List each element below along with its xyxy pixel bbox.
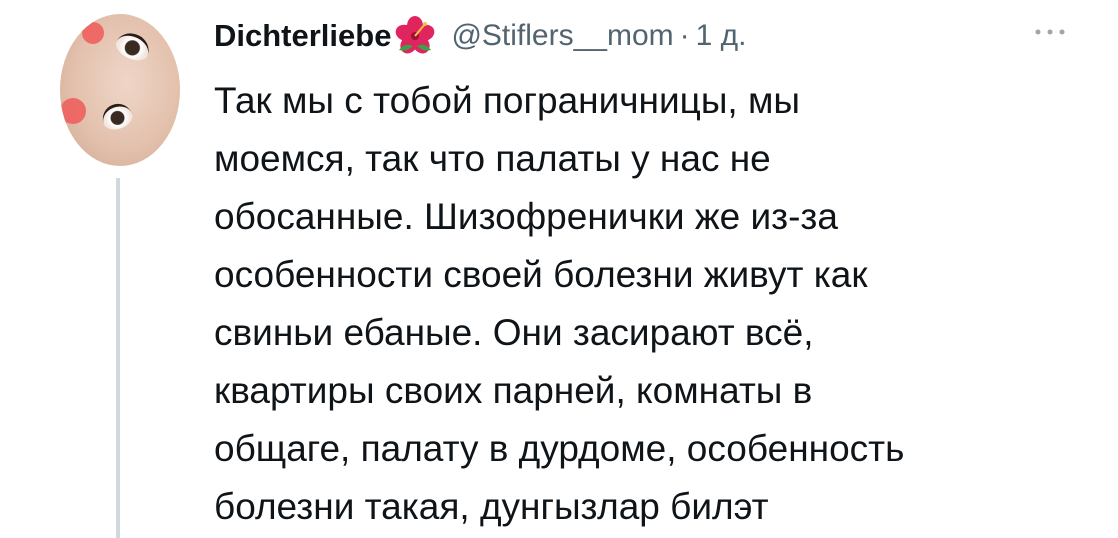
handle[interactable]: @Stiflers__mom [451, 19, 673, 53]
thread-line [116, 178, 120, 538]
tweet-content: Dichterliebe @Stiflers__mom · 1 д. Так м… [214, 10, 1065, 536]
avatar[interactable] [60, 14, 180, 166]
tweet[interactable]: Dichterliebe @Stiflers__mom · 1 д. Так м… [0, 0, 1118, 538]
avatar-cheek-blush [60, 98, 86, 124]
tweet-text-line: Так мы с тобой пограничницы, мы [214, 80, 801, 121]
avatar-column [60, 14, 182, 538]
separator-dot: · [679, 19, 690, 52]
tweet-text-line: свиньи ебаные. Они засирают всё, [214, 312, 814, 353]
tweet-text-line: особенности своей болезни живут как [214, 254, 868, 295]
avatar-eye [112, 27, 154, 66]
tweet-text-line: обосанные. Шизофренички же из-за [214, 196, 838, 237]
display-name[interactable]: Dichterliebe [214, 18, 391, 54]
tweet-text-line: болезни такая, дунгызлар билэт [214, 486, 769, 527]
tweet-text-line: общаге, палату в дурдоме, особенность [214, 428, 905, 469]
tweet-text-line: квартиры своих парней, комнаты в [214, 370, 813, 411]
more-horizontal-icon[interactable] [1030, 22, 1070, 42]
avatar-eye [98, 99, 136, 134]
tweet-text-line: моемся, так что палаты у нас не [214, 138, 771, 179]
tweet-header: Dichterliebe @Stiflers__mom · 1 д. [214, 10, 1064, 62]
avatar-cheek-blush [82, 22, 104, 44]
tweet-text: Так мы с тобой пограничницы, мы моемся, … [214, 72, 1064, 536]
timestamp[interactable]: 1 д. [696, 19, 747, 53]
hibiscus-icon [393, 16, 437, 56]
